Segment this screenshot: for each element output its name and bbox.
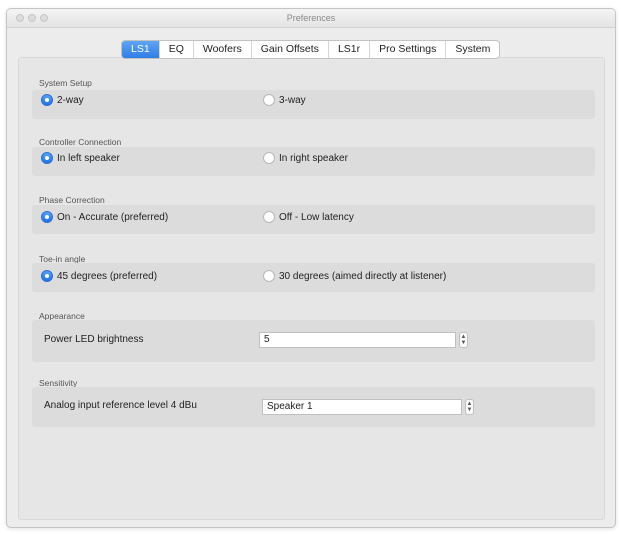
- system-setup-group: [32, 90, 595, 119]
- analog-input-reference-select[interactable]: Speaker 1: [262, 399, 462, 415]
- radio-selected-icon: [41, 270, 53, 282]
- tab-bar: LS1 EQ Woofers Gain Offsets LS1r Pro Set…: [121, 40, 501, 59]
- phase-correction-heading: Phase Correction: [39, 195, 105, 205]
- radio-label: In left speaker: [57, 152, 120, 164]
- tab-woofers[interactable]: Woofers: [192, 41, 251, 58]
- system-setup-heading: System Setup: [39, 78, 92, 88]
- radio-label: 30 degrees (aimed directly at listener): [279, 270, 447, 282]
- controller-connection-heading: Controller Connection: [39, 137, 122, 147]
- power-led-brightness-field[interactable]: 5: [259, 332, 456, 348]
- tab-eq[interactable]: EQ: [158, 41, 193, 58]
- radio-2-way[interactable]: 2-way: [41, 94, 84, 106]
- radio-unselected-icon: [263, 270, 275, 282]
- radio-label: 2-way: [57, 94, 84, 106]
- radio-3-way[interactable]: 3-way: [263, 94, 306, 106]
- radio-unselected-icon: [263, 94, 275, 106]
- radio-label: On - Accurate (preferred): [57, 211, 169, 223]
- radio-selected-icon: [41, 152, 53, 164]
- radio-label: 45 degrees (preferred): [57, 270, 158, 282]
- radio-on-accurate[interactable]: On - Accurate (preferred): [41, 211, 168, 223]
- stepper-arrows-icon[interactable]: ▲ ▼: [465, 399, 474, 415]
- tab-ls1r[interactable]: LS1r: [327, 41, 369, 58]
- window-title: Preferences: [286, 13, 336, 23]
- radio-selected-icon: [41, 211, 53, 223]
- radio-selected-icon: [41, 94, 53, 106]
- radio-45-degrees[interactable]: 45 degrees (preferred): [41, 270, 157, 282]
- radio-in-right-speaker[interactable]: In right speaker: [263, 152, 348, 164]
- radio-unselected-icon: [263, 152, 275, 164]
- power-led-brightness-label: Power LED brightness: [44, 334, 144, 345]
- radio-label: Off - Low latency: [279, 211, 354, 223]
- tab-system[interactable]: System: [445, 41, 499, 58]
- stepper-arrows-icon[interactable]: ▲ ▼: [459, 332, 468, 348]
- tab-pro-settings[interactable]: Pro Settings: [369, 41, 445, 58]
- radio-30-degrees[interactable]: 30 degrees (aimed directly at listener): [263, 270, 446, 282]
- radio-in-left-speaker[interactable]: In left speaker: [41, 152, 120, 164]
- radio-label: 3-way: [279, 94, 306, 106]
- radio-unselected-icon: [263, 211, 275, 223]
- title-bar: Preferences: [7, 9, 615, 28]
- radio-label: In right speaker: [279, 152, 348, 164]
- tab-ls1[interactable]: LS1: [122, 41, 159, 58]
- analog-input-reference-label: Analog input reference level 4 dBu: [44, 400, 197, 411]
- tab-gain-offsets[interactable]: Gain Offsets: [250, 41, 328, 58]
- radio-off-low-latency[interactable]: Off - Low latency: [263, 211, 354, 223]
